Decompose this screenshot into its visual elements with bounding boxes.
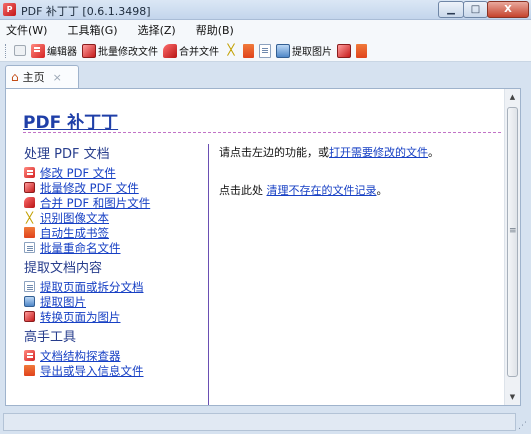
bookmark-icon: [24, 227, 35, 238]
render-page-icon: [24, 311, 35, 322]
function-sidebar: 处理 PDF 文档 修改 PDF 文件 批量修改 PDF 文件 合并 PDF 和…: [24, 145, 208, 378]
prompt-suffix: 。: [428, 146, 439, 159]
merge-button[interactable]: 合并文件: [163, 43, 219, 58]
page-extract-button[interactable]: [259, 43, 271, 58]
link-batch-modify-pdf[interactable]: 批量修改 PDF 文件: [24, 180, 208, 195]
export-info-button[interactable]: [356, 43, 367, 58]
ocr-button[interactable]: ᚷ: [224, 42, 238, 58]
link-auto-bookmark[interactable]: 自动生成书签: [24, 225, 208, 240]
bookmark-button[interactable]: [243, 43, 254, 58]
status-panel: [3, 413, 516, 431]
maximize-button[interactable]: □: [463, 1, 488, 18]
window-title: PDF 补丁丁 [0.6.1.3498]: [21, 5, 151, 18]
toolbar-grip[interactable]: [5, 43, 8, 58]
toolbar: 编辑器 批量修改文件 合并文件 ᚷ 提取图片: [0, 40, 531, 62]
link-structure-explorer[interactable]: 文档结构探查器: [24, 348, 208, 363]
extract-images-button[interactable]: 提取图片: [276, 43, 332, 58]
bookmark-icon: [243, 43, 254, 58]
link-extract-pages[interactable]: 提取页面或拆分文档: [24, 279, 208, 294]
batch-modify-button[interactable]: 批量修改文件: [82, 43, 158, 58]
status-bar: ⋰: [0, 411, 531, 434]
link-modify-pdf[interactable]: 修改 PDF 文件: [24, 165, 208, 180]
batch-modify-icon: [82, 43, 96, 58]
cleanup-suffix: 。: [376, 184, 388, 197]
minimize-button[interactable]: ▁: [438, 1, 464, 18]
batch-modify-icon: [24, 182, 35, 193]
pdf-patcher-app-icon[interactable]: P: [3, 3, 16, 16]
tab-home-label: 主页: [22, 71, 45, 84]
scroll-down-icon[interactable]: ▼: [505, 389, 520, 405]
checkbox-icon: [14, 45, 26, 56]
title-divider: [23, 132, 501, 133]
tab-close-icon[interactable]: ×: [53, 71, 62, 84]
cleanup-line: 点击此处 清理不存在的文件记录。: [219, 182, 388, 198]
window-controls: ▁ □ X: [438, 1, 529, 18]
home-page-content: PDF 补丁丁 处理 PDF 文档 修改 PDF 文件 批量修改 PDF 文件 …: [5, 88, 521, 406]
merge-icon: [24, 197, 35, 208]
section-title-extract: 提取文档内容: [24, 261, 103, 276]
rename-icon: [24, 242, 35, 253]
render-page-button[interactable]: [337, 43, 351, 58]
pdf-editor-icon: [31, 43, 45, 58]
export-info-icon: [24, 365, 35, 376]
prompt-line: 请点击左边的功能，或打开需要修改的文件。: [219, 144, 439, 160]
link-ocr[interactable]: ᚷ 识别图像文本: [24, 210, 208, 226]
minimize-icon: ▁: [447, 4, 455, 15]
scroll-up-icon[interactable]: ▲: [505, 89, 520, 105]
cleanup-text: 点击此处: [219, 184, 267, 197]
merge-label: 合并文件: [179, 47, 219, 58]
sidebar-divider: [208, 144, 209, 405]
ocr-pen-icon: ᚷ: [227, 42, 235, 58]
extract-image-icon: [276, 43, 290, 58]
close-button[interactable]: X: [487, 1, 529, 18]
scroll-thumb[interactable]: [507, 107, 518, 377]
menu-toolbox[interactable]: 工具箱(G): [67, 22, 117, 38]
maximize-icon: □: [470, 4, 481, 15]
export-info-icon: [356, 43, 367, 58]
vertical-scrollbar[interactable]: ▲ ▼: [504, 89, 520, 405]
size-grip-icon[interactable]: ⋰: [518, 421, 528, 431]
editor-label: 编辑器: [47, 47, 77, 58]
ocr-pen-icon: ᚷ: [25, 211, 34, 226]
home-icon: ⌂: [11, 70, 19, 84]
page-extract-icon: [24, 281, 35, 292]
extract-image-icon: [24, 296, 35, 307]
prompt-text: 请点击左边的功能，或: [219, 146, 329, 159]
link-extract-images[interactable]: 提取图片: [24, 294, 208, 309]
page-extract-icon: [259, 43, 271, 58]
merge-icon: [163, 43, 177, 58]
extract-images-label: 提取图片: [292, 47, 332, 58]
link-merge-pdf-images[interactable]: 合并 PDF 和图片文件: [24, 195, 208, 210]
menu-select[interactable]: 选择(Z): [138, 22, 176, 38]
structure-explorer-icon: [24, 350, 35, 361]
pdf-edit-icon: [24, 167, 35, 178]
editor-button[interactable]: 编辑器: [31, 43, 77, 58]
batch-modify-label: 批量修改文件: [98, 47, 158, 58]
page-title: PDF 补丁丁: [23, 113, 119, 133]
tab-home[interactable]: ⌂ 主页 ×: [5, 65, 79, 88]
title-bar: P PDF 补丁丁 [0.6.1.3498] ▁ □ X: [0, 0, 531, 20]
menu-help[interactable]: 帮助(B): [196, 22, 234, 38]
link-batch-rename[interactable]: 批量重命名文件: [24, 240, 208, 255]
link-render-pages[interactable]: 转换页面为图片: [24, 309, 208, 324]
render-page-icon: [337, 43, 351, 58]
clean-records-link[interactable]: 清理不存在的文件记录: [267, 184, 377, 197]
section-title-process: 处理 PDF 文档: [24, 147, 110, 162]
menu-file[interactable]: 文件(W): [6, 22, 47, 38]
link-export-import-info[interactable]: 导出或导入信息文件: [24, 363, 208, 378]
open-file-link[interactable]: 打开需要修改的文件: [329, 146, 428, 159]
tab-strip: ⌂ 主页 ×: [0, 63, 531, 88]
menu-bar: 文件(W) 工具箱(G) 选择(Z) 帮助(B): [0, 20, 531, 40]
section-title-expert: 高手工具: [24, 330, 77, 345]
checkbox-toggle-button[interactable]: [14, 45, 26, 56]
close-icon: X: [504, 4, 512, 15]
